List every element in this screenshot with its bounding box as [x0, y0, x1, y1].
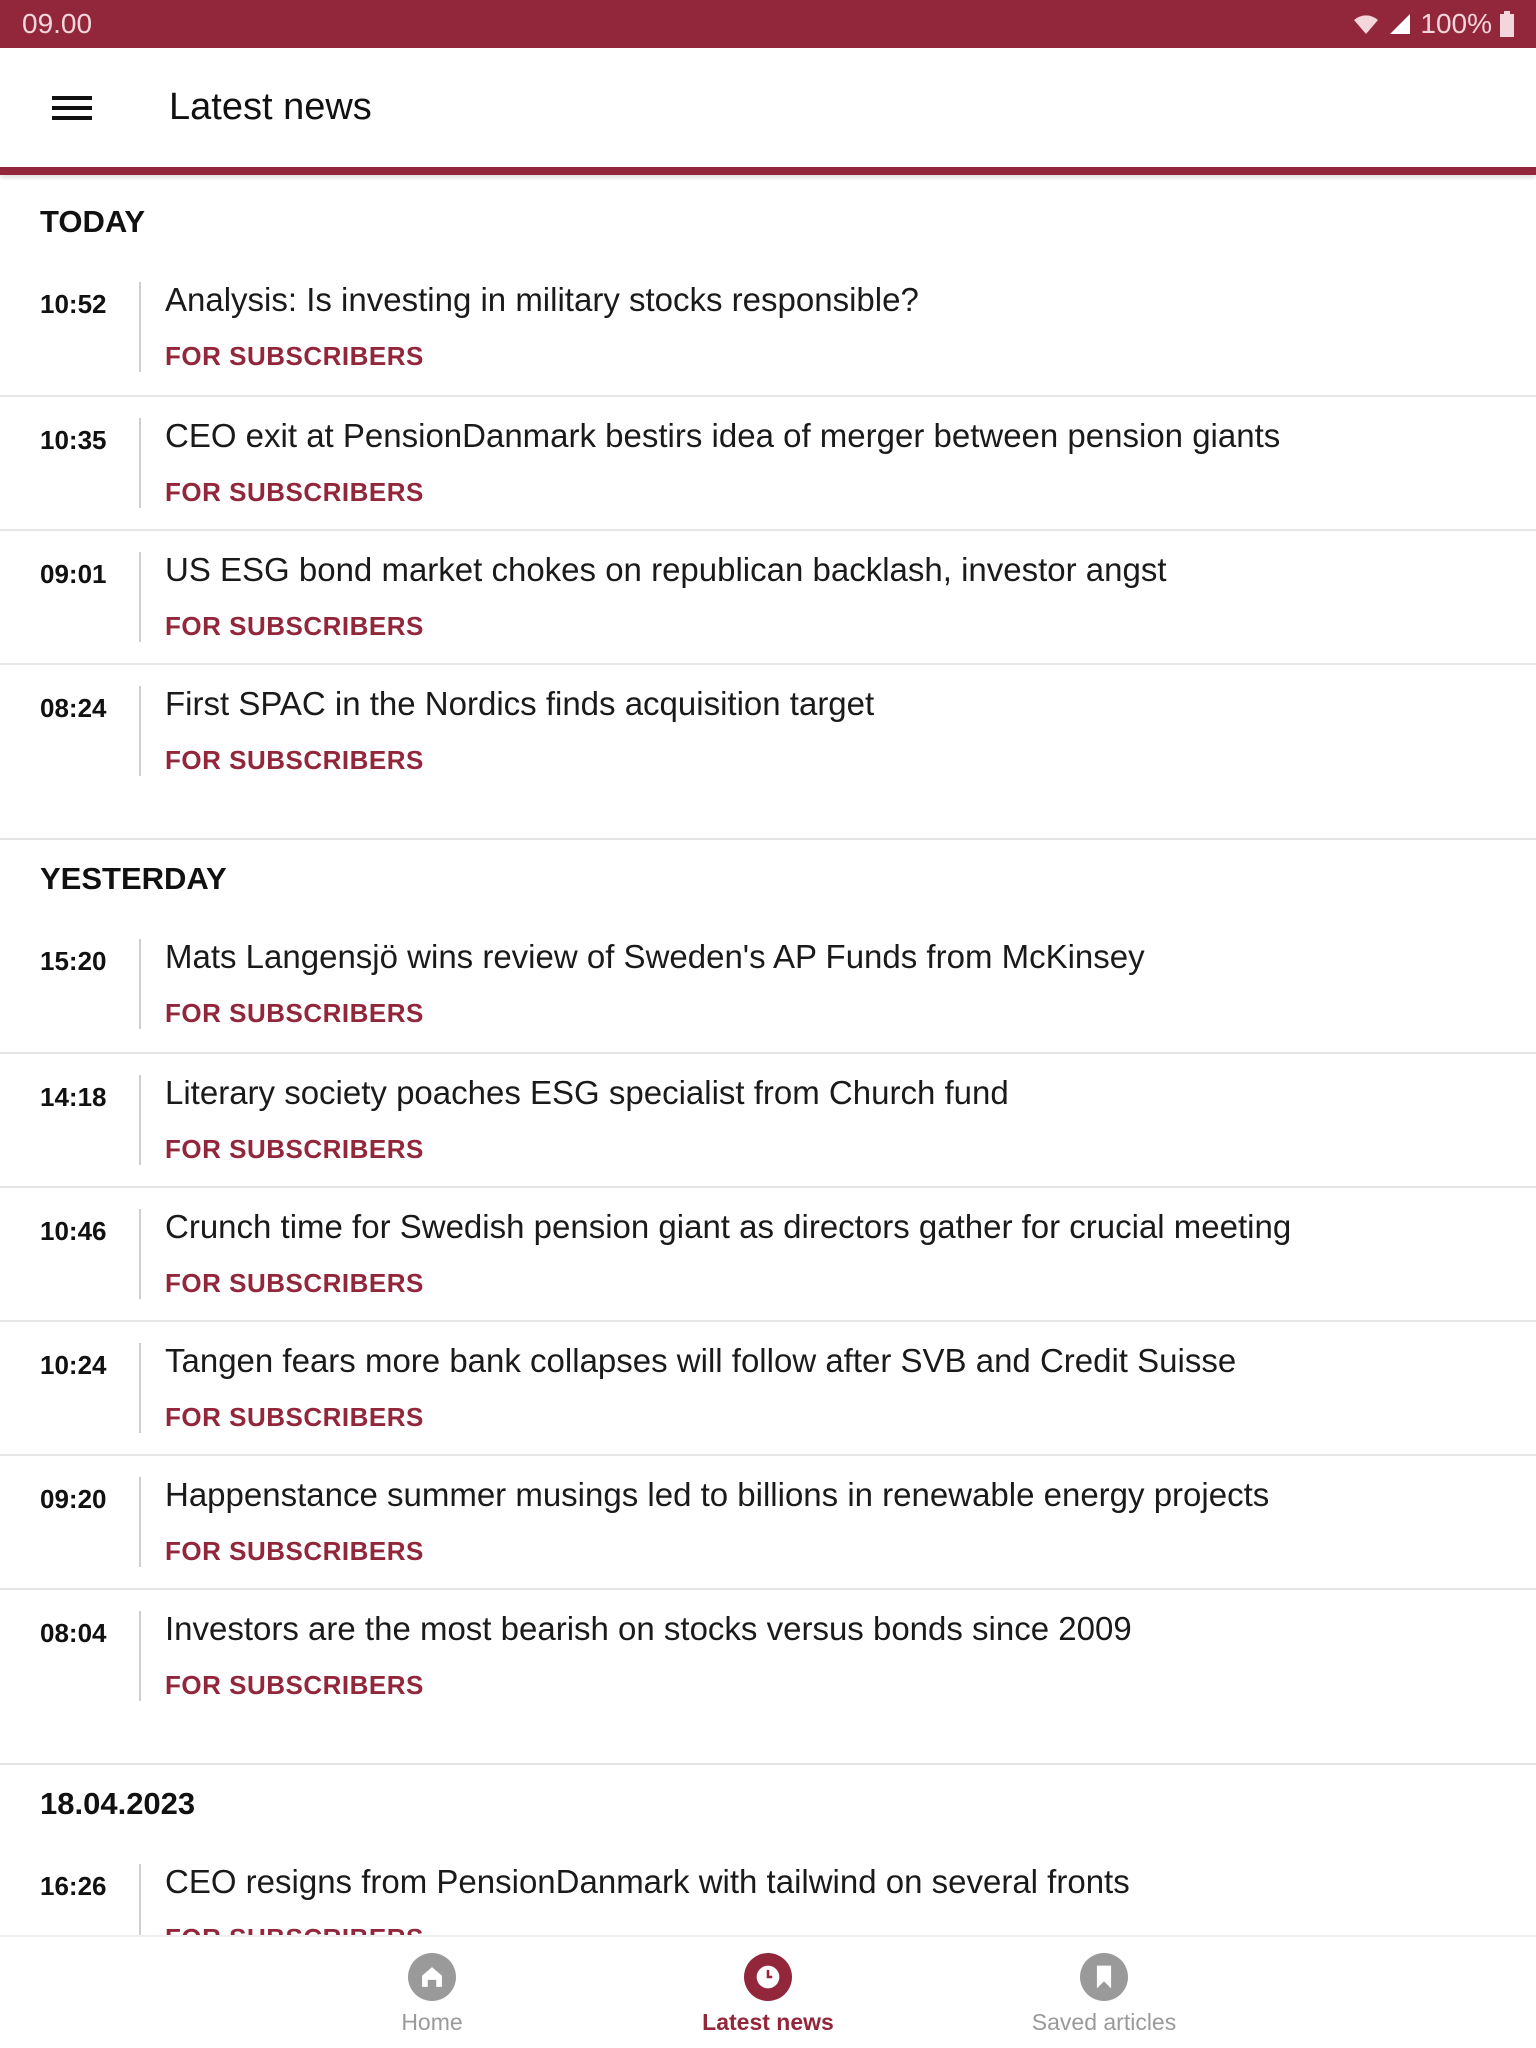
nav-latest-news[interactable]: Latest news	[600, 1937, 936, 2048]
news-item[interactable]: 15:20 Mats Langensjö wins review of Swed…	[0, 918, 1536, 1052]
nav-label: Latest news	[702, 2009, 834, 2035]
divider	[139, 1864, 141, 1935]
news-headline[interactable]: Investors are the most bearish on stocks…	[165, 1610, 1132, 1648]
news-item[interactable]: 09:20 Happenstance summer musings led to…	[0, 1454, 1536, 1588]
page-title: Latest news	[169, 86, 372, 128]
news-headline[interactable]: First SPAC in the Nordics finds acquisit…	[165, 685, 874, 723]
news-time: 10:52	[40, 289, 107, 319]
divider	[139, 686, 141, 776]
news-headline[interactable]: Tangen fears more bank collapses will fo…	[165, 1342, 1236, 1380]
subscriber-badge: FOR SUBSCRIBERS	[165, 745, 424, 775]
signal-icon	[1390, 14, 1411, 34]
news-time: 10:35	[40, 425, 107, 455]
news-headline[interactable]: Happenstance summer musings led to billi…	[165, 1476, 1269, 1514]
home-icon	[408, 1953, 456, 2001]
news-item[interactable]: 10:35 CEO exit at PensionDanmark bestirs…	[0, 395, 1536, 529]
subscriber-badge: FOR SUBSCRIBERS	[165, 1670, 424, 1700]
nav-label: Home	[401, 2009, 463, 2035]
news-item[interactable]: 14:18 Literary society poaches ESG speci…	[0, 1052, 1536, 1186]
hamburger-icon[interactable]	[52, 90, 92, 126]
divider	[139, 1611, 141, 1701]
bookmark-icon	[1080, 1953, 1128, 2001]
subscriber-badge: FOR SUBSCRIBERS	[165, 477, 424, 507]
divider	[139, 418, 141, 508]
news-item[interactable]: 10:52 Analysis: Is investing in military…	[0, 261, 1536, 395]
news-time: 14:18	[40, 1082, 107, 1112]
subscriber-badge: FOR SUBSCRIBERS	[165, 1923, 424, 1935]
news-headline[interactable]: US ESG bond market chokes on republican …	[165, 551, 1167, 589]
news-headline[interactable]: CEO resigns from PensionDanmark with tai…	[165, 1863, 1130, 1901]
section-1: YESTERDAY 15:20 Mats Langensjö wins revi…	[0, 840, 1536, 1765]
divider	[139, 1343, 141, 1433]
news-item[interactable]: 10:46 Crunch time for Swedish pension gi…	[0, 1186, 1536, 1320]
news-item[interactable]: 10:24 Tangen fears more bank collapses w…	[0, 1320, 1536, 1454]
news-item[interactable]: 08:04 Investors are the most bearish on …	[0, 1588, 1536, 1763]
news-time: 10:46	[40, 1216, 107, 1246]
nav-home[interactable]: Home	[264, 1937, 600, 2048]
status-time: 09.00	[22, 8, 93, 39]
nav-saved-articles[interactable]: Saved articles	[936, 1937, 1272, 2048]
news-headline[interactable]: Crunch time for Swedish pension giant as…	[165, 1208, 1291, 1246]
news-list[interactable]: TODAY 10:52 Analysis: Is investing in mi…	[0, 183, 1536, 1935]
status-bar: 09.00 100%	[0, 0, 1536, 48]
nav-label: Saved articles	[1031, 2009, 1177, 2035]
subscriber-badge: FOR SUBSCRIBERS	[165, 1402, 424, 1432]
divider	[139, 1477, 141, 1567]
section-0: TODAY 10:52 Analysis: Is investing in mi…	[0, 183, 1536, 840]
bottom-navigation: Home Latest news Saved articles	[0, 1935, 1536, 2048]
section-header: YESTERDAY	[40, 861, 227, 896]
subscriber-badge: FOR SUBSCRIBERS	[165, 611, 424, 641]
divider	[139, 1075, 141, 1165]
news-time: 15:20	[40, 946, 107, 976]
news-item[interactable]: 09:01 US ESG bond market chokes on repub…	[0, 529, 1536, 663]
divider	[139, 552, 141, 642]
subscriber-badge: FOR SUBSCRIBERS	[165, 1134, 424, 1164]
subscriber-badge: FOR SUBSCRIBERS	[165, 1268, 424, 1298]
news-headline[interactable]: Mats Langensjö wins review of Sweden's A…	[165, 938, 1145, 976]
divider	[139, 282, 141, 372]
news-headline[interactable]: CEO exit at PensionDanmark bestirs idea …	[165, 417, 1280, 455]
section-header: 18.04.2023	[40, 1786, 196, 1821]
app-bar: Latest news	[0, 48, 1536, 175]
news-time: 08:04	[40, 1618, 107, 1648]
news-time: 09:20	[40, 1484, 107, 1514]
news-item[interactable]: 08:24 First SPAC in the Nordics finds ac…	[0, 663, 1536, 838]
subscriber-badge: FOR SUBSCRIBERS	[165, 341, 424, 371]
battery-level: 100%	[1420, 8, 1492, 39]
section-2: 18.04.2023 16:26 CEO resigns from Pensio…	[0, 1765, 1536, 1935]
news-headline[interactable]: Analysis: Is investing in military stock…	[165, 281, 919, 319]
wifi-icon	[1354, 15, 1379, 34]
subscriber-badge: FOR SUBSCRIBERS	[165, 1536, 424, 1566]
clock-icon	[744, 1953, 792, 2001]
news-time: 08:24	[40, 693, 107, 723]
section-header: TODAY	[40, 204, 146, 239]
divider	[139, 939, 141, 1029]
battery-icon	[1500, 11, 1514, 37]
news-item[interactable]: 16:26 CEO resigns from PensionDanmark wi…	[0, 1843, 1536, 1935]
news-time: 09:01	[40, 559, 107, 589]
divider	[139, 1209, 141, 1299]
news-headline[interactable]: Literary society poaches ESG specialist …	[165, 1074, 1009, 1112]
subscriber-badge: FOR SUBSCRIBERS	[165, 998, 424, 1028]
news-time: 10:24	[40, 1350, 107, 1380]
news-time: 16:26	[40, 1871, 107, 1901]
